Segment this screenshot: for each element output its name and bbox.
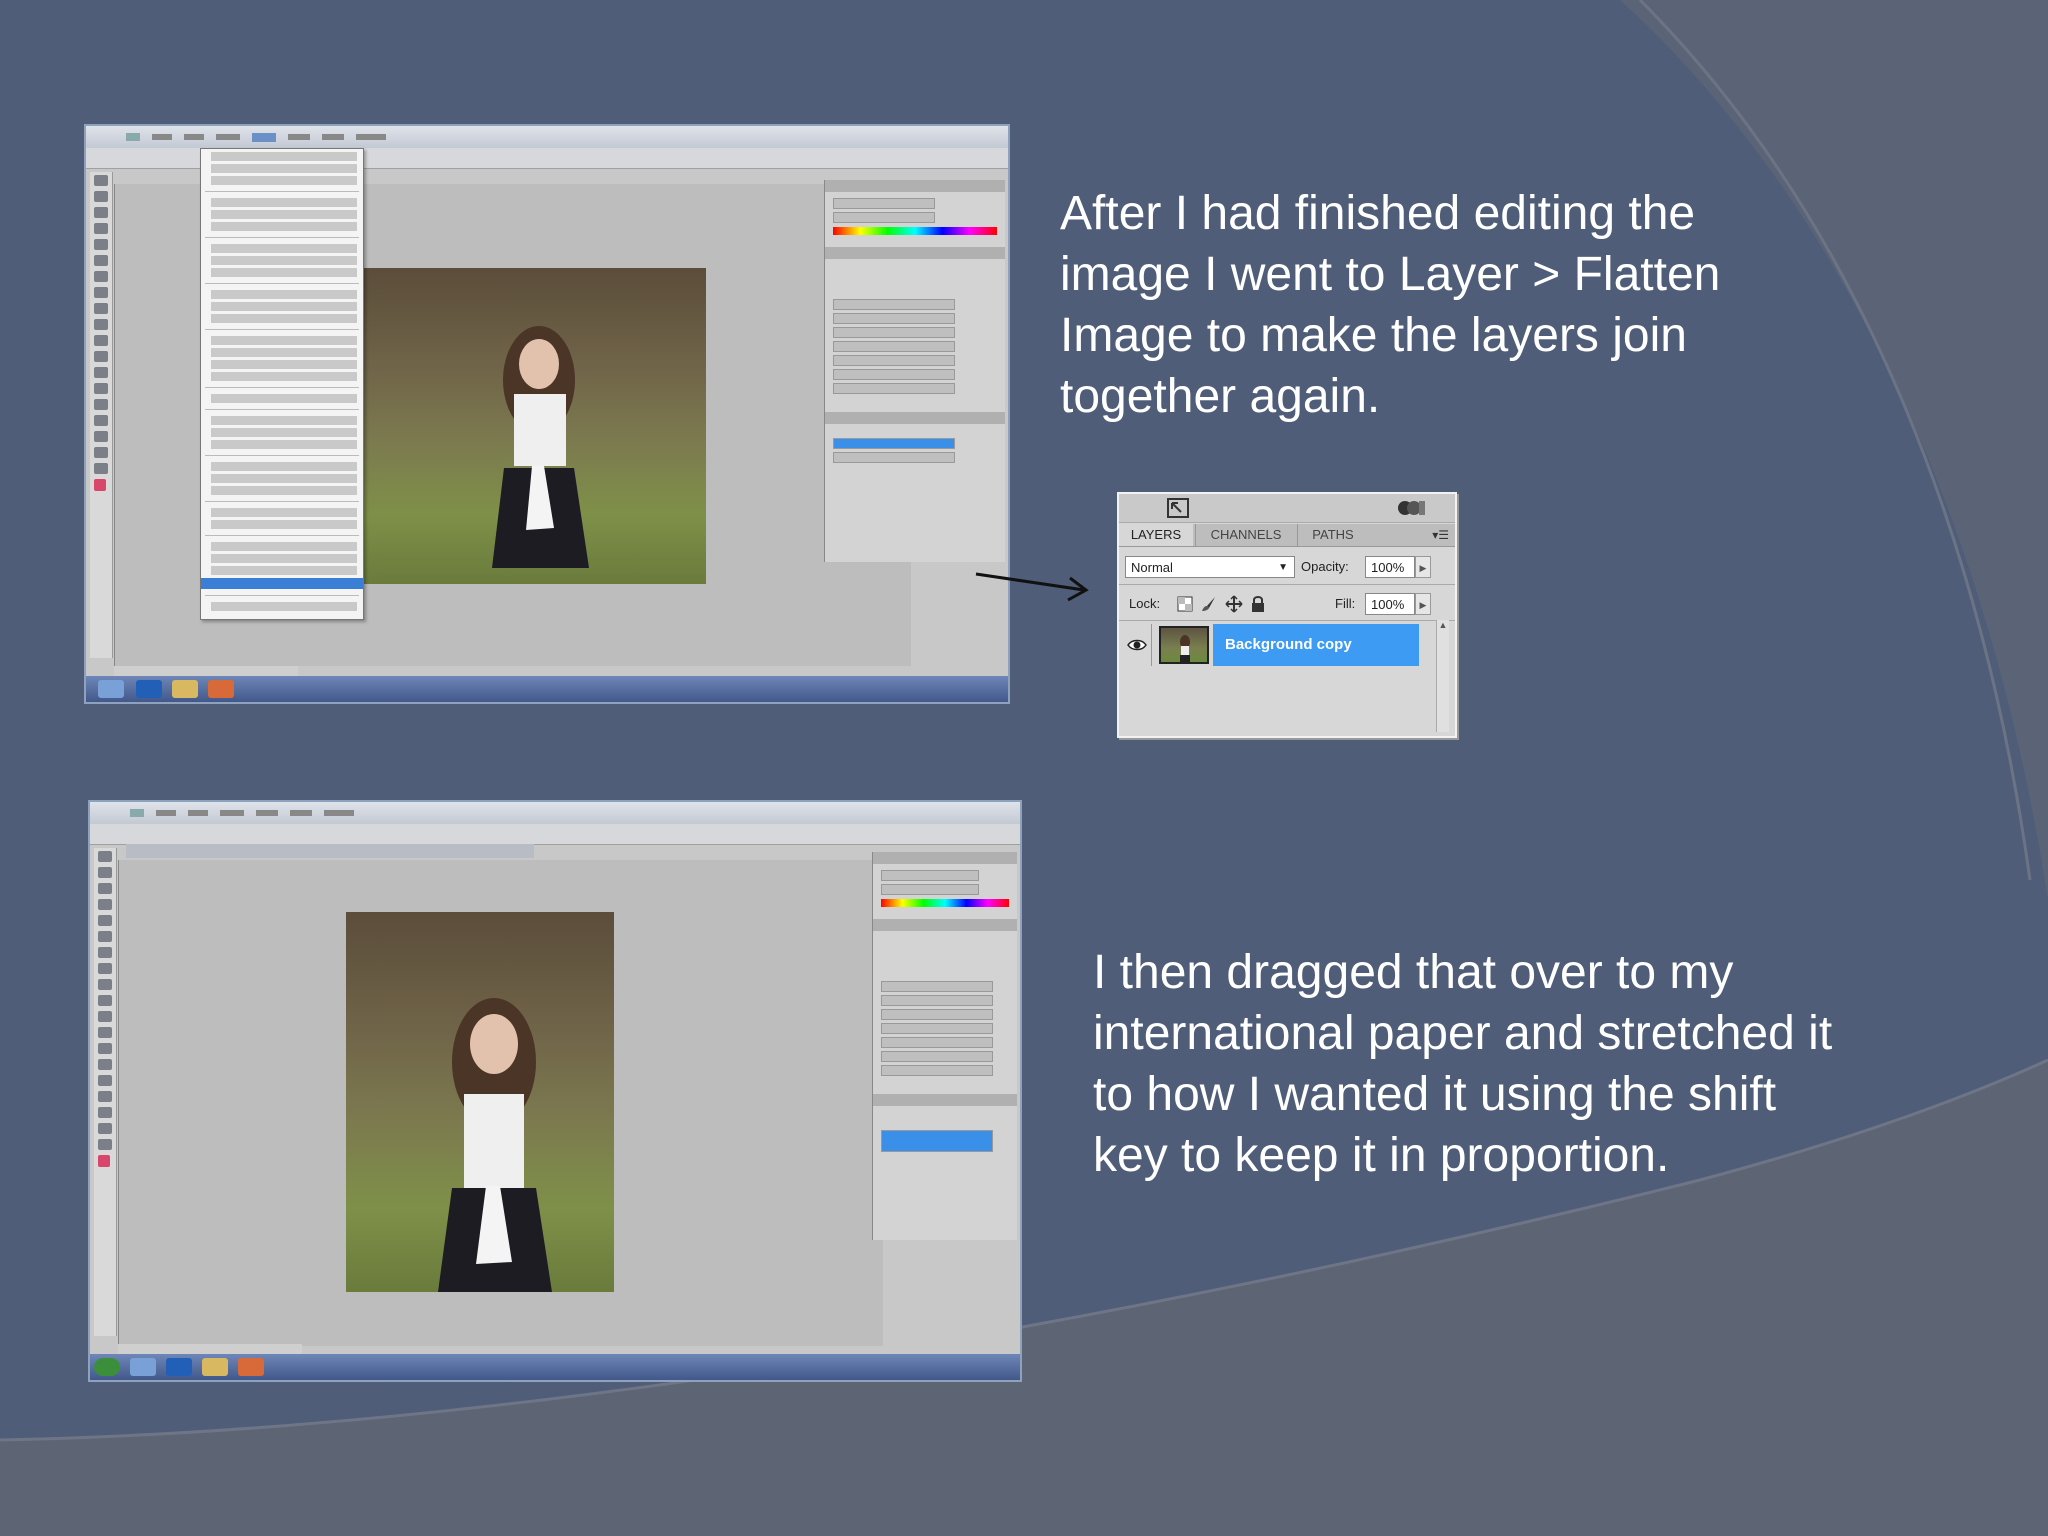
panel-menu-icon[interactable]: ▾☰ (1432, 528, 1449, 542)
blend-mode-value: Normal (1131, 560, 1173, 575)
options-bar (90, 824, 1020, 845)
lock-icon[interactable] (1251, 595, 1265, 613)
windows-taskbar (90, 1354, 1020, 1380)
blend-mode-select[interactable]: Normal ▼ (1125, 556, 1295, 578)
fill-input[interactable]: 100% (1365, 593, 1415, 615)
menu-bar (90, 802, 1020, 824)
panel-header (1119, 494, 1455, 523)
fill-label: Fill: (1335, 596, 1356, 611)
panel-dock-icon[interactable] (1397, 498, 1427, 518)
tab-channels[interactable]: CHANNELS (1195, 524, 1296, 546)
arrow-right-icon (975, 572, 1089, 602)
tab-layers[interactable]: LAYERS (1119, 524, 1193, 546)
photoshop-screenshot-international-paper (88, 800, 1022, 1382)
layer-thumbnail (1159, 626, 1209, 664)
opacity-label: Opacity: (1301, 559, 1349, 574)
menu-bar (86, 126, 1008, 148)
edited-photo (364, 268, 706, 584)
tools-panel (94, 848, 117, 1336)
status-bar (114, 666, 298, 676)
tab-paths[interactable]: PATHS (1297, 524, 1368, 546)
caption-flatten-image: After I had finished editing the image I… (1060, 187, 1721, 423)
photoshop-screenshot-flatten (84, 124, 1010, 704)
opacity-slider-button[interactable]: ▶ (1415, 556, 1431, 578)
adjustments-panel (872, 852, 1017, 1240)
status-bar (118, 1344, 302, 1354)
lock-label: Lock: (1129, 596, 1161, 611)
panel-tabs: LAYERS CHANNELS PATHS ▾☰ (1119, 524, 1455, 547)
flatten-image-menu-item[interactable] (201, 578, 363, 589)
chevron-down-icon: ▼ (1278, 562, 1288, 573)
fill-slider-button[interactable]: ▶ (1415, 593, 1431, 615)
brush-icon[interactable] (1201, 596, 1217, 612)
layers-panel: LAYERS CHANNELS PATHS ▾☰ Normal ▼ Opacit… (1117, 492, 1457, 738)
lock-transparent-icon[interactable] (1177, 596, 1193, 612)
thumbnail-image (1180, 635, 1190, 662)
opacity-input[interactable]: 100% (1365, 556, 1415, 578)
windows-taskbar (86, 676, 1008, 702)
stretched-photo (346, 912, 614, 1292)
layer-name[interactable]: Background copy (1213, 624, 1419, 666)
caption-international-paper: I then dragged that over to my internati… (1093, 946, 1833, 1182)
move-icon[interactable] (1225, 595, 1243, 613)
layers-scrollbar[interactable]: ▲ (1436, 620, 1449, 732)
model-figure (492, 326, 589, 568)
adjustments-panel (824, 180, 1005, 562)
model-figure (438, 998, 552, 1292)
eye-icon[interactable] (1127, 636, 1147, 654)
layer-menu-dropdown[interactable] (200, 148, 364, 620)
collapse-icon[interactable] (1167, 498, 1189, 518)
layer-row-background-copy[interactable]: Background copy (1121, 624, 1437, 666)
document-tabs (126, 844, 534, 858)
tools-panel (90, 172, 113, 658)
